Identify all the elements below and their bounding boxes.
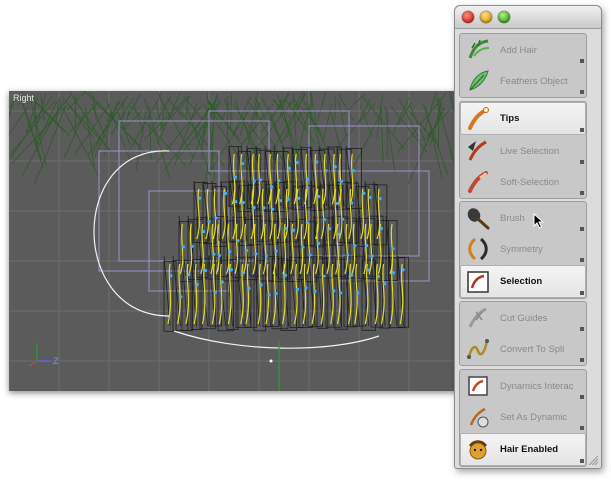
tool-label: Symmetry <box>500 243 543 255</box>
submenu-indicator <box>580 227 584 231</box>
tool-label: Feathers Object <box>500 75 568 87</box>
resize-grip-icon[interactable] <box>588 455 599 466</box>
tool-group: Dynamics Interac Set As Dynamic Hair Enabl… <box>459 369 587 467</box>
tool-button-hair-enabled[interactable]: Hair Enabled <box>460 433 586 466</box>
tool-label: Hair Enabled <box>500 444 559 455</box>
convert-to-spline-icon <box>464 335 492 363</box>
tool-label: Convert To Spli <box>500 343 565 355</box>
selection-icon <box>464 268 492 296</box>
dynamics-interaction-icon <box>464 372 492 400</box>
tool-label: Brush <box>500 212 525 224</box>
tool-button-dynamics-interaction[interactable]: Dynamics Interac <box>461 371 585 401</box>
cut-guides-icon <box>464 304 492 332</box>
tool-group: Add Hair Feathers Object <box>459 33 587 98</box>
submenu-indicator <box>580 395 584 399</box>
axis-z-label: Z <box>53 356 59 366</box>
submenu-indicator <box>580 327 584 331</box>
feather-icon <box>464 67 492 95</box>
submenu-indicator <box>580 358 584 362</box>
tool-label: Soft-Selection <box>500 176 560 188</box>
submenu-indicator <box>580 90 584 94</box>
soft-selection-icon <box>464 168 492 196</box>
tool-group: Cut Guides Convert To Spli <box>459 301 587 366</box>
tool-label: Live Selection <box>500 145 560 157</box>
minimize-button[interactable] <box>480 11 492 23</box>
submenu-indicator <box>580 291 584 295</box>
submenu-indicator <box>580 128 584 132</box>
tool-button-soft-selection[interactable]: Soft-Selection <box>461 167 585 197</box>
viewport-right[interactable]: Right Z <box>9 91 459 391</box>
brush-icon <box>464 204 492 232</box>
symmetry-icon <box>464 235 492 263</box>
submenu-indicator <box>580 258 584 262</box>
submenu-indicator <box>580 59 584 63</box>
tool-button-brush[interactable]: Brush <box>461 203 585 233</box>
tool-button-set-as-dynamic[interactable]: Set As Dynamic <box>461 402 585 432</box>
zoom-button[interactable] <box>498 11 510 23</box>
hair-enabled-icon <box>464 436 492 464</box>
viewport-canvas[interactable] <box>9 91 459 391</box>
tool-button-tips[interactable]: Tips <box>460 102 586 135</box>
tool-button-symmetry[interactable]: Symmetry <box>461 234 585 264</box>
hair-tools-palette: Add Hair Feathers Object Tips Live Selectio… <box>454 5 602 469</box>
tool-button-add-hair[interactable]: Add Hair <box>461 35 585 65</box>
tool-label: Set As Dynamic <box>500 411 568 423</box>
submenu-indicator <box>580 459 584 463</box>
tool-label: Add Hair <box>500 44 537 56</box>
tips-icon <box>464 105 492 133</box>
tool-button-live-selection[interactable]: Live Selection <box>461 136 585 166</box>
mouse-pointer-icon <box>533 213 545 229</box>
tool-button-feather[interactable]: Feathers Object <box>461 66 585 96</box>
add-hair-icon <box>464 36 492 64</box>
tool-group: Brush Symmetry Selection <box>459 201 587 299</box>
live-selection-icon <box>464 137 492 165</box>
set-as-dynamic-icon <box>464 403 492 431</box>
tool-label: Tips <box>500 113 520 124</box>
close-button[interactable] <box>462 11 474 23</box>
tool-button-selection[interactable]: Selection <box>460 265 586 298</box>
palette-titlebar[interactable] <box>455 6 601 29</box>
tool-label: Cut Guides <box>500 312 548 324</box>
submenu-indicator <box>580 426 584 430</box>
tool-group: Tips Live Selection Soft-Selection <box>459 101 587 199</box>
tool-label: Selection <box>500 276 543 287</box>
submenu-indicator <box>580 160 584 164</box>
tool-label: Dynamics Interac <box>500 380 574 392</box>
viewport-label: Right <box>13 93 35 103</box>
tool-button-convert-to-spline[interactable]: Convert To Spli <box>461 334 585 364</box>
tool-button-cut-guides[interactable]: Cut Guides <box>461 303 585 333</box>
submenu-indicator <box>580 191 584 195</box>
